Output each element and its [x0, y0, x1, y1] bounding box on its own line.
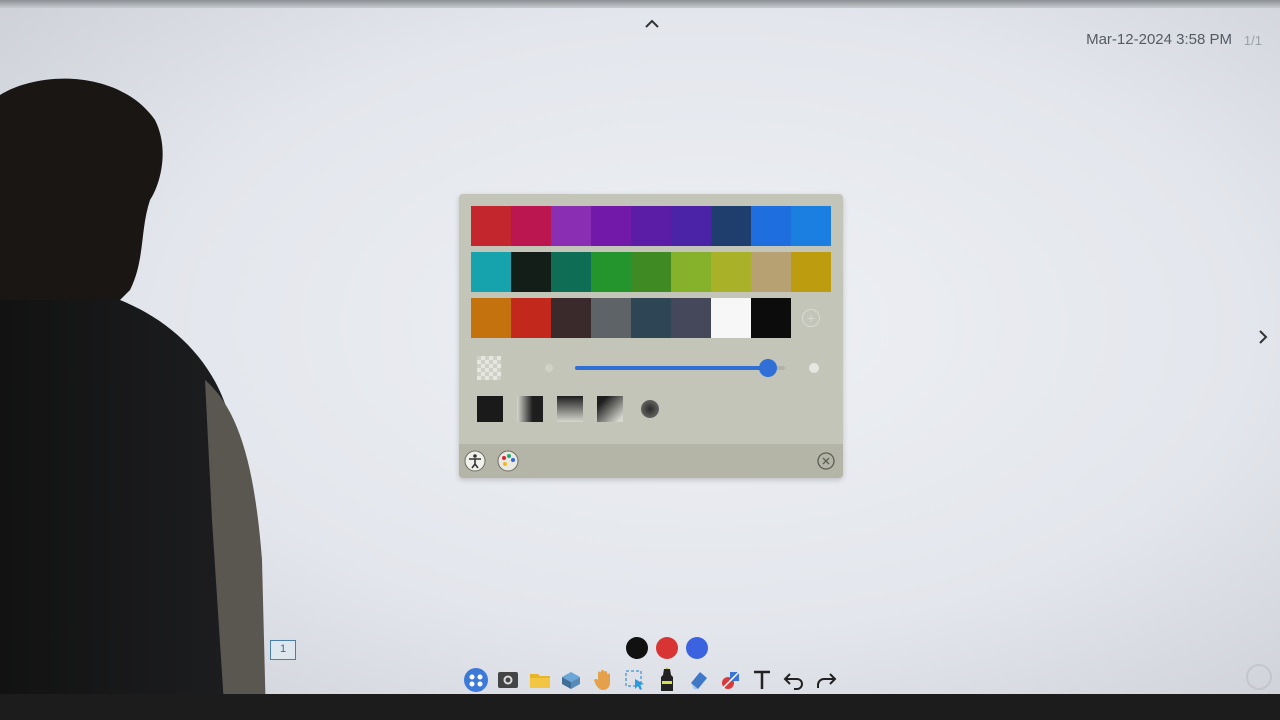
corner-settings-icon[interactable] — [1246, 664, 1272, 690]
fade-right-brush-icon[interactable] — [517, 396, 543, 422]
text-icon[interactable] — [748, 666, 776, 694]
color-swatch-3-1[interactable] — [471, 298, 511, 338]
opacity-slider[interactable] — [575, 359, 785, 377]
accessibility-icon[interactable] — [463, 449, 487, 473]
close-circle-icon[interactable] — [817, 452, 835, 470]
color-swatch-2-2[interactable] — [511, 252, 551, 292]
select-icon[interactable] — [621, 666, 649, 694]
palette-icon[interactable] — [496, 449, 520, 473]
color-swatch-3-6[interactable] — [671, 298, 711, 338]
color-swatch-1-2[interactable] — [511, 206, 551, 246]
color-swatch-2-4[interactable] — [591, 252, 631, 292]
opacity-slider-thumb[interactable] — [759, 359, 778, 377]
brush-style-row — [477, 396, 663, 422]
color-swatch-2-9[interactable] — [791, 252, 831, 292]
hand-icon[interactable] — [589, 666, 617, 694]
folder-icon[interactable] — [526, 666, 554, 694]
color-swatch-1-6[interactable] — [671, 206, 711, 246]
chevron-right-icon[interactable] — [1254, 326, 1272, 348]
screenshot-icon[interactable] — [494, 666, 522, 694]
bottom-toolbar — [462, 664, 840, 696]
color-swatch-2-6[interactable] — [671, 252, 711, 292]
color-swatch-1-8[interactable] — [751, 206, 791, 246]
color-swatch-3-3[interactable] — [551, 298, 591, 338]
color-swatch-3-5[interactable] — [631, 298, 671, 338]
color-swatch-1-5[interactable] — [631, 206, 671, 246]
bottom-edge-bar — [0, 694, 1280, 720]
eraser-icon[interactable] — [685, 666, 713, 694]
color-swatch-2-3[interactable] — [551, 252, 591, 292]
person-silhouette — [0, 78, 266, 720]
shapes-icon[interactable] — [717, 666, 745, 694]
color-swatch-1-4[interactable] — [591, 206, 631, 246]
slider-max-dot — [809, 363, 819, 373]
palette-footer — [459, 444, 843, 478]
color-swatch-3-4[interactable] — [591, 298, 631, 338]
solid-brush-icon[interactable] — [477, 396, 503, 422]
color-swatch-3-8[interactable] — [751, 298, 791, 338]
fade-diagonal-brush-icon[interactable] — [597, 396, 623, 422]
redo-icon[interactable] — [812, 666, 840, 694]
opacity-slider-fill — [575, 366, 769, 370]
color-swatch-3-2[interactable] — [511, 298, 551, 338]
swatch-row-2 — [471, 252, 831, 292]
pen-icon[interactable] — [653, 666, 681, 694]
quick-color-2[interactable] — [656, 637, 678, 659]
color-swatch-2-1[interactable] — [471, 252, 511, 292]
color-swatch-1-3[interactable] — [551, 206, 591, 246]
color-swatch-1-7[interactable] — [711, 206, 751, 246]
apps-icon[interactable] — [462, 666, 490, 694]
quick-color-bar — [626, 637, 708, 659]
color-swatch-2-7[interactable] — [711, 252, 751, 292]
chevron-up-icon[interactable] — [642, 14, 662, 34]
swatch-row-1 — [471, 206, 831, 246]
slider-min-dot — [545, 364, 553, 372]
toolbox-icon[interactable] — [557, 666, 585, 694]
quick-color-3[interactable] — [686, 637, 708, 659]
plus-circle-icon[interactable]: + — [791, 298, 831, 338]
soft-round-brush-icon[interactable] — [637, 396, 663, 422]
color-swatch-1-9[interactable] — [791, 206, 831, 246]
color-swatch-2-8[interactable] — [751, 252, 791, 292]
page-thumbnail[interactable]: 1 — [270, 640, 296, 660]
transparency-icon — [477, 356, 501, 380]
datetime-label: Mar-12-2024 3:58 PM — [1086, 31, 1232, 48]
quick-color-1[interactable] — [626, 637, 648, 659]
undo-icon[interactable] — [780, 666, 808, 694]
color-palette-panel: + — [459, 194, 843, 478]
opacity-control — [477, 354, 827, 382]
color-swatch-1-1[interactable] — [471, 206, 511, 246]
fade-down-brush-icon[interactable] — [557, 396, 583, 422]
color-swatch-2-5[interactable] — [631, 252, 671, 292]
color-swatch-3-7[interactable] — [711, 298, 751, 338]
swatch-row-3: + — [471, 298, 831, 338]
page-count: 1/1 — [1243, 33, 1262, 48]
